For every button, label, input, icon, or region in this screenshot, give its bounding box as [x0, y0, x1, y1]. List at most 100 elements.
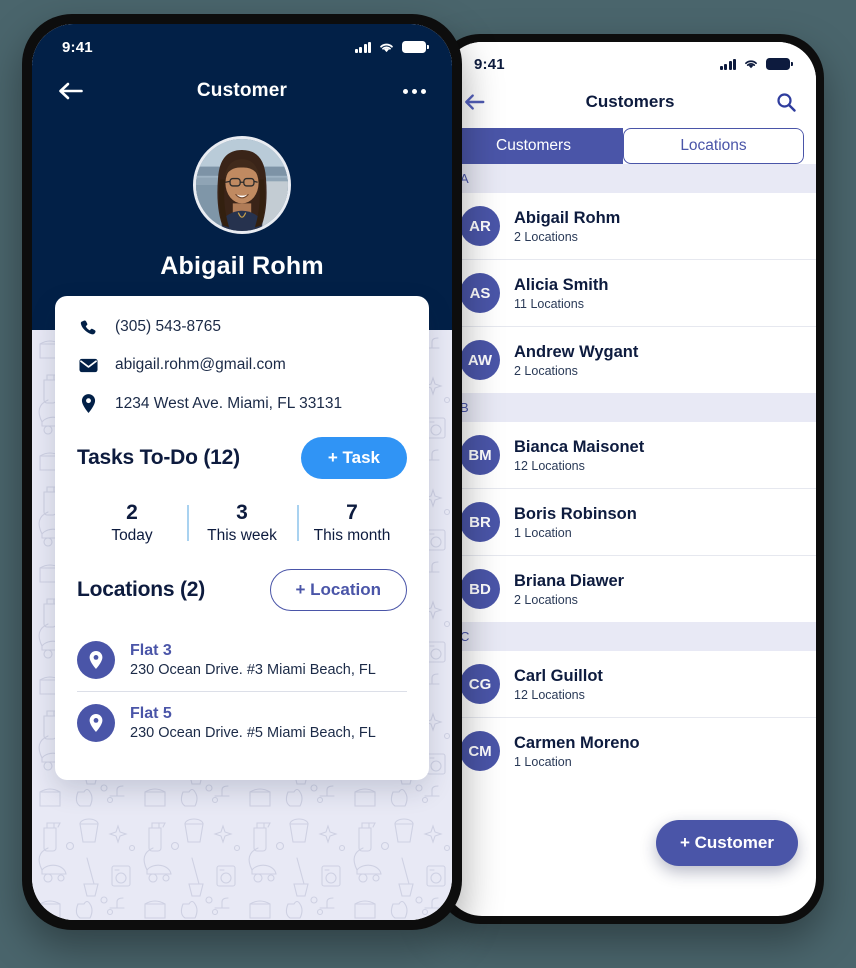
- list-navbar: Customers: [444, 80, 816, 124]
- customer-name: Abigail Rohm: [514, 208, 621, 227]
- customer-location-count: 12 Locations: [514, 687, 585, 702]
- address-value: 1234 West Ave. Miami, FL 33131: [115, 394, 343, 412]
- customer-name: Abigail Rohm: [160, 252, 324, 280]
- customer-list: A AR Abigail Rohm 2 Locations AS Alicia Smith…: [444, 164, 816, 784]
- add-task-button[interactable]: + Task: [300, 437, 407, 479]
- stat-today: 2 Today: [77, 501, 187, 545]
- customer-list-item[interactable]: AW Andrew Wygant 2 Locations: [444, 326, 816, 393]
- email-value: abigail.rohm@gmail.com: [115, 356, 286, 373]
- customer-info: Carl Guillot 12 Locations: [514, 667, 603, 702]
- status-time: 9:41: [474, 55, 505, 73]
- customer-info: Briana Diawer 2 Locations: [514, 572, 624, 607]
- section-header: B: [444, 393, 816, 422]
- detail-navbar: Customer: [32, 64, 452, 118]
- stat-this-week: 3 This week: [187, 501, 297, 545]
- wifi-icon: [745, 60, 757, 69]
- add-customer-button[interactable]: + Customer: [656, 820, 798, 866]
- stat-label: Today: [111, 527, 153, 544]
- battery-icon: [766, 58, 793, 70]
- tasks-header: Tasks To-Do (12) + Task: [77, 437, 407, 479]
- customer-list-item[interactable]: AS Alicia Smith 11 Locations: [444, 259, 816, 326]
- customer-name: Bianca Maisonet: [514, 437, 645, 456]
- tab-customers[interactable]: Customers: [444, 128, 623, 164]
- customer-location-count: 2 Locations: [514, 363, 578, 378]
- customer-list-item[interactable]: BM Bianca Maisonet 12 Locations: [444, 422, 816, 488]
- list-tabs: Customers Locations: [444, 128, 804, 164]
- customer-initials-avatar: BD: [460, 569, 500, 609]
- stat-this-month: 7 This month: [297, 501, 407, 545]
- customer-name: Carmen Moreno: [514, 733, 640, 752]
- section-header: A: [444, 164, 816, 193]
- customer-name: Alicia Smith: [514, 275, 609, 294]
- customer-list-item[interactable]: BD Briana Diawer 2 Locations: [444, 555, 816, 622]
- wifi-icon: [380, 43, 393, 52]
- customer-location-count: 2 Locations: [514, 229, 578, 244]
- customer-detail-card: (305) 543-8765 abigail.rohm@gmail.com 12…: [55, 296, 429, 780]
- location-name: Flat 5: [130, 705, 172, 722]
- customer-initials-avatar: AW: [460, 340, 500, 380]
- locations-title: Locations (2): [77, 578, 206, 601]
- stat-label: This week: [207, 527, 277, 544]
- customer-initials-avatar: BM: [460, 435, 500, 475]
- add-location-button[interactable]: + Location: [269, 569, 407, 611]
- customer-initials-avatar: CG: [460, 664, 500, 704]
- customer-location-count: 1 Location: [514, 525, 572, 540]
- customer-info: Carmen Moreno 1 Location: [514, 734, 640, 769]
- customer-list-item[interactable]: BR Boris Robinson 1 Location: [444, 488, 816, 555]
- customer-location-count: 11 Locations: [514, 296, 584, 311]
- contact-row-email[interactable]: abigail.rohm@gmail.com: [77, 356, 407, 374]
- location-pin-icon: [77, 641, 115, 679]
- stat-value: 3: [236, 501, 248, 524]
- customer-name: Carl Guillot: [514, 666, 603, 685]
- customer-location-count: 12 Locations: [514, 458, 585, 473]
- customer-initials-avatar: AS: [460, 273, 500, 313]
- status-bar-right: 9:41: [444, 42, 816, 80]
- contact-row-phone[interactable]: (305) 543-8765: [77, 318, 407, 336]
- customer-name: Boris Robinson: [514, 504, 637, 523]
- arrow-left-icon[interactable]: [464, 93, 486, 111]
- customer-list-item[interactable]: CG Carl Guillot 12 Locations: [444, 651, 816, 717]
- customer-info: Boris Robinson 1 Location: [514, 505, 637, 540]
- stat-label: This month: [313, 527, 391, 544]
- location-list-item[interactable]: Flat 3 230 Ocean Drive. #3 Miami Beach, F…: [77, 629, 407, 691]
- phone-value: (305) 543-8765: [115, 318, 221, 335]
- section-header: C: [444, 622, 816, 651]
- phone-icon: [77, 319, 99, 336]
- customer-info: Bianca Maisonet 12 Locations: [514, 438, 644, 473]
- customer-info: Abigail Rohm 2 Locations: [514, 209, 620, 244]
- more-options-icon[interactable]: [403, 88, 426, 94]
- task-stats: 2 Today 3 This week 7 This month: [77, 501, 407, 545]
- customer-detail-screen: 9:41 Customer Abigail Rohm (305) 543-876…: [32, 24, 452, 920]
- cellular-bars-icon: [719, 58, 736, 70]
- location-pin-icon: [77, 394, 99, 413]
- tab-locations[interactable]: Locations: [623, 128, 804, 164]
- location-list-item[interactable]: Flat 5 230 Ocean Drive. #5 Miami Beach, F…: [77, 691, 407, 754]
- location-pin-icon: [77, 704, 115, 742]
- locations-header: Locations (2) + Location: [77, 569, 407, 611]
- status-time: 9:41: [62, 38, 93, 56]
- customer-info: Alicia Smith 11 Locations: [514, 276, 608, 311]
- detail-header: 9:41 Customer Abigail Rohm: [32, 24, 452, 330]
- customer-name: Briana Diawer: [514, 571, 625, 590]
- status-bar-left: 9:41: [32, 24, 452, 64]
- location-info: Flat 3 230 Ocean Drive. #3 Miami Beach, F…: [130, 642, 376, 678]
- search-icon[interactable]: [776, 92, 796, 112]
- customer-list-item[interactable]: AR Abigail Rohm 2 Locations: [444, 193, 816, 259]
- locations-list: Flat 3 230 Ocean Drive. #3 Miami Beach, F…: [77, 629, 407, 754]
- customer-list-item[interactable]: CM Carmen Moreno 1 Location: [444, 717, 816, 784]
- customer-photo: [196, 139, 288, 231]
- arrow-left-icon[interactable]: [58, 81, 84, 101]
- customer-location-count: 2 Locations: [514, 592, 578, 607]
- stat-value: 7: [346, 501, 358, 524]
- mail-icon: [77, 358, 99, 373]
- customer-info: Andrew Wygant 2 Locations: [514, 343, 638, 378]
- location-info: Flat 5 230 Ocean Drive. #5 Miami Beach, F…: [130, 705, 376, 741]
- customer-list-screen: 9:41 Customers Customers Locations A AR …: [444, 42, 816, 916]
- customer-initials-avatar: AR: [460, 206, 500, 246]
- avatar: [193, 136, 291, 234]
- stat-value: 2: [126, 501, 138, 524]
- customer-initials-avatar: CM: [460, 731, 500, 771]
- contact-row-address[interactable]: 1234 West Ave. Miami, FL 33131: [77, 394, 407, 413]
- location-name: Flat 3: [130, 642, 172, 659]
- cellular-bars-icon: [354, 41, 371, 53]
